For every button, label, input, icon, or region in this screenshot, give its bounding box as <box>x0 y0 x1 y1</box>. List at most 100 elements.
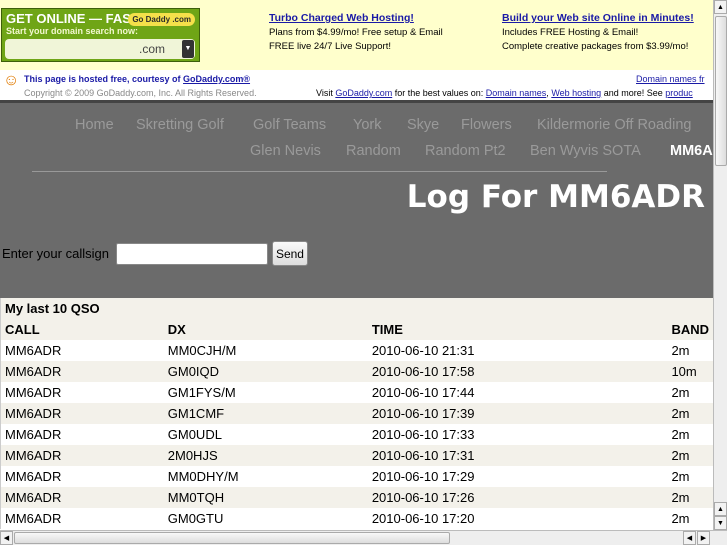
time-cell: 2010-06-10 17:31 <box>367 445 668 466</box>
scrollbar-thumb[interactable] <box>14 532 450 544</box>
call-cell: MM6ADR <box>0 466 164 487</box>
table-row: MM6ADR GM0UDL 2010-06-10 17:33 2m <box>0 424 713 445</box>
time-cell: 2010-06-10 21:31 <box>367 340 668 361</box>
dx-cell: GM1CMF <box>163 403 368 424</box>
domain-names-link[interactable]: Domain names fr <box>636 74 705 84</box>
call-cell: MM6ADR <box>0 361 164 382</box>
godaddy-logo: Go Daddy .com <box>128 13 195 26</box>
call-cell: MM6ADR <box>0 445 164 466</box>
ad-text: FREE live 24/7 Live Support! <box>269 41 391 52</box>
ad-text: Plans from $4.99/mo! Free setup & Email <box>269 27 443 38</box>
nav-skretting-golf[interactable]: Skretting Golf <box>136 117 224 133</box>
godaddy-link[interactable]: GoDaddy.com <box>335 88 392 98</box>
scroll-left-icon[interactable]: ◀ <box>0 531 13 545</box>
band-cell: 2m <box>667 340 713 361</box>
nav-mm6adr-active[interactable]: MM6A <box>670 143 713 159</box>
domain-search-input[interactable]: .com ▼ <box>5 39 195 59</box>
dx-cell: GM0IQD <box>163 361 368 382</box>
band-cell: 2m <box>667 382 713 403</box>
table-row: MM6ADR MM0DHY/M 2010-06-10 17:29 2m <box>0 466 713 487</box>
tld-dropdown-icon[interactable]: ▼ <box>182 40 194 58</box>
table-row: MM6ADR GM1CMF 2010-06-10 17:39 2m <box>0 403 713 424</box>
table-row: MM6ADR GM1FYS/M 2010-06-10 17:44 2m <box>0 382 713 403</box>
time-cell: 2010-06-10 17:33 <box>367 424 668 445</box>
table-row: MM6ADR MM0TQH 2010-06-10 17:26 2m <box>0 487 713 508</box>
ad-hosting-link[interactable]: Turbo Charged Web Hosting! <box>269 12 414 24</box>
products-link[interactable]: produc <box>665 88 693 98</box>
table-row: MM6ADR GM0IQD 2010-06-10 17:58 10m <box>0 361 713 382</box>
text: and more! See <box>601 88 666 98</box>
copyright: Copyright © 2009 GoDaddy.com, Inc. All R… <box>24 88 257 98</box>
scroll-up-icon[interactable]: ▲ <box>714 0 727 14</box>
dx-cell: MM0TQH <box>163 487 368 508</box>
callsign-label: Enter your callsign <box>2 246 109 261</box>
vertical-scrollbar[interactable]: ▲ ▲ ▼ <box>713 0 727 530</box>
call-cell: MM6ADR <box>0 487 164 508</box>
nav-random-pt2[interactable]: Random Pt2 <box>425 143 506 159</box>
godaddy-domain-search-ad[interactable]: GET ONLINE — FAST! Start your domain sea… <box>1 8 200 62</box>
header-time: TIME <box>367 319 668 340</box>
tld-label: .com <box>138 42 165 56</box>
visit-line: Visit GoDaddy.com for the best values on… <box>316 88 693 98</box>
band-cell: 2m <box>667 424 713 445</box>
ad-text: Includes FREE Hosting & Email! <box>502 27 639 38</box>
ad-subtitle: Start your domain search now: <box>6 26 139 36</box>
band-cell: 2m <box>667 445 713 466</box>
time-cell: 2010-06-10 17:20 <box>367 508 668 529</box>
nav-kildermorie-off-roading[interactable]: Kildermorie Off Roading <box>537 117 691 133</box>
band-cell: 2m <box>667 466 713 487</box>
callsign-input[interactable] <box>115 242 268 265</box>
text: for the best values on: <box>392 88 486 98</box>
scrollbar-thumb[interactable] <box>715 16 727 166</box>
scroll-left-icon[interactable]: ◀ <box>683 531 696 545</box>
ad-hosting: Turbo Charged Web Hosting! Plans from $4… <box>269 11 443 54</box>
hosted-notice: This page is hosted free, courtesy of Go… <box>24 74 250 84</box>
domain-names-link[interactable]: Domain names <box>486 88 547 98</box>
ad-website-builder: Build your Web site Online in Minutes! I… <box>502 11 694 54</box>
ad-banner: GET ONLINE — FAST! Start your domain sea… <box>0 0 713 70</box>
call-cell: MM6ADR <box>0 424 164 445</box>
dx-cell: GM0GTU <box>163 508 368 529</box>
qso-table: My last 10 QSO CALL DX TIME BAND MM6ADR M… <box>0 298 713 529</box>
hosted-strip: ☺ This page is hosted free, courtesy of … <box>0 70 713 103</box>
scroll-down-icon[interactable]: ▼ <box>714 516 727 530</box>
nav-york[interactable]: York <box>353 117 381 133</box>
page-viewport: GET ONLINE — FAST! Start your domain sea… <box>0 0 713 530</box>
scroll-right-icon[interactable]: ▶ <box>697 531 710 545</box>
band-cell: 10m <box>667 361 713 382</box>
time-cell: 2010-06-10 17:26 <box>367 487 668 508</box>
scroll-up-icon[interactable]: ▲ <box>714 502 727 516</box>
web-hosting-link[interactable]: Web hosting <box>551 88 601 98</box>
godaddy-guy-icon: ☺ <box>3 72 20 89</box>
nav-random[interactable]: Random <box>346 143 401 159</box>
time-cell: 2010-06-10 17:44 <box>367 382 668 403</box>
header-call: CALL <box>0 319 164 340</box>
horizontal-scrollbar[interactable]: ◀ ◀ ▶ <box>0 530 727 545</box>
ad-builder-link[interactable]: Build your Web site Online in Minutes! <box>502 12 694 24</box>
nav-flowers[interactable]: Flowers <box>461 117 512 133</box>
dx-cell: GM1FYS/M <box>163 382 368 403</box>
table-row: MM6ADR 2M0HJS 2010-06-10 17:31 2m <box>0 445 713 466</box>
ad-title: GET ONLINE — FAST! <box>6 11 144 26</box>
nav-ben-wyvis-sota[interactable]: Ben Wyvis SOTA <box>530 143 641 159</box>
nav-glen-nevis[interactable]: Glen Nevis <box>250 143 321 159</box>
dx-cell: 2M0HJS <box>163 445 368 466</box>
call-cell: MM6ADR <box>0 403 164 424</box>
table-caption: My last 10 QSO <box>0 298 713 319</box>
page-title: Log For MM6ADR <box>406 179 705 215</box>
godaddy-link[interactable]: GoDaddy.com® <box>183 74 250 84</box>
table-row: MM6ADR MM0CJH/M 2010-06-10 21:31 2m <box>0 340 713 361</box>
call-cell: MM6ADR <box>0 340 164 361</box>
hosted-text: This page is hosted free, courtesy of <box>24 74 184 84</box>
send-button[interactable]: Send <box>271 241 308 266</box>
nav-home[interactable]: Home <box>75 117 114 133</box>
table-row: MM6ADR GM0GTU 2010-06-10 17:20 2m <box>0 508 713 529</box>
nav-golf-teams[interactable]: Golf Teams <box>253 117 326 133</box>
divider <box>32 171 607 172</box>
call-cell: MM6ADR <box>0 382 164 403</box>
time-cell: 2010-06-10 17:29 <box>367 466 668 487</box>
call-cell: MM6ADR <box>0 508 164 529</box>
band-cell: 2m <box>667 403 713 424</box>
nav-skye[interactable]: Skye <box>407 117 439 133</box>
main-header: Home Skretting Golf Golf Teams York Skye… <box>0 103 713 298</box>
